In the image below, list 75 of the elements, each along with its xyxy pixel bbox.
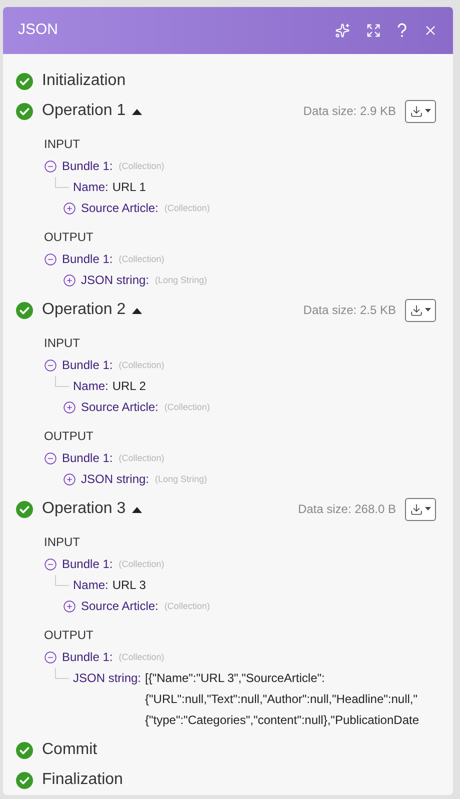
collapse-icon[interactable] — [44, 160, 57, 173]
field-label: Name: — [73, 179, 108, 196]
field-label: Bundle 1: — [62, 649, 113, 666]
caret-icon[interactable] — [132, 108, 142, 114]
collapse-icon[interactable] — [44, 651, 57, 664]
download-icon — [410, 304, 423, 316]
download-button[interactable] — [405, 100, 436, 122]
type-hint: (Collection) — [118, 253, 164, 266]
group-heading: INPUT — [44, 534, 81, 551]
step-title: Operation 1 — [42, 101, 126, 121]
data-size: Data size: 2.5 KB — [303, 302, 396, 319]
collapse-icon[interactable] — [44, 359, 57, 372]
field-label: Bundle 1: — [62, 158, 113, 175]
download-icon — [410, 502, 423, 516]
field-label: Source Article: — [81, 598, 158, 615]
collapse-icon[interactable] — [44, 452, 57, 465]
type-hint: (Collection) — [164, 202, 210, 215]
field-label: Name: — [73, 577, 108, 594]
group-heading: OUTPUT — [44, 229, 94, 246]
caret-icon[interactable] — [132, 506, 142, 512]
type-hint: (Collection) — [164, 600, 210, 613]
step-title: Commit — [42, 740, 98, 760]
caret-icon — [425, 109, 431, 113]
type-hint: (Long String) — [155, 473, 208, 486]
type-hint: (Collection) — [118, 452, 164, 465]
type-hint: (Long String) — [155, 274, 208, 287]
type-hint: (Collection) — [118, 359, 164, 372]
expand-icon[interactable] — [366, 23, 381, 38]
step-title: Initialization — [42, 71, 126, 91]
help-icon[interactable] — [397, 23, 407, 38]
type-hint: (Collection) — [164, 401, 210, 414]
field-label: JSON string: — [81, 272, 150, 289]
download-button[interactable] — [405, 498, 436, 520]
field-label: Name: — [73, 378, 108, 395]
group-heading: OUTPUT — [44, 428, 94, 445]
expand-icon[interactable] — [63, 274, 76, 287]
step-title: Finalization — [42, 770, 123, 790]
window-title: JSON — [18, 20, 58, 40]
group-heading: OUTPUT — [44, 627, 94, 644]
json-text-line: {"type":"Categories","content":null},"PublicationDate — [145, 712, 419, 729]
json-text-line: [{"Name":"URL 3","SourceArticle": — [145, 670, 326, 687]
download-button[interactable] — [405, 298, 436, 322]
field-label: Source Article: — [81, 399, 158, 416]
field-label: Bundle 1: — [62, 556, 113, 573]
expand-icon[interactable] — [63, 401, 76, 414]
close-icon[interactable] — [423, 23, 438, 38]
field-label: JSON string: — [81, 471, 150, 488]
type-hint: (Collection) — [118, 651, 164, 664]
download-icon — [410, 104, 423, 118]
collapse-icon[interactable] — [44, 253, 57, 266]
expand-icon[interactable] — [63, 600, 76, 613]
step-title: Operation 3 — [42, 499, 126, 519]
field-value: URL 1 — [112, 179, 146, 196]
group-heading: INPUT — [44, 136, 81, 153]
collapse-icon[interactable] — [44, 558, 57, 571]
caret-icon — [425, 507, 431, 511]
step-title: Operation 2 — [42, 300, 126, 320]
field-label: Source Article: — [81, 200, 158, 217]
expand-icon[interactable] — [63, 202, 76, 215]
caret-icon — [425, 308, 431, 312]
field-label: Bundle 1: — [62, 357, 113, 374]
field-label: Bundle 1: — [62, 450, 113, 467]
expand-icon[interactable] — [63, 473, 76, 486]
data-size: Data size: 2.9 KB — [303, 103, 396, 120]
field-label: Bundle 1: — [62, 251, 113, 268]
caret-icon[interactable] — [132, 306, 142, 314]
json-text-line: {"URL":null,"Text":null,"Author":null,"Headline":null," — [145, 691, 418, 708]
sparkle-icon[interactable] — [335, 23, 350, 38]
field-value: URL 3 — [112, 577, 146, 594]
field-value: URL 2 — [112, 378, 146, 395]
data-size: Data size: 268.0 B — [298, 501, 396, 518]
type-hint: (Collection) — [118, 160, 164, 173]
group-heading: INPUT — [44, 335, 81, 352]
type-hint: (Collection) — [118, 558, 164, 571]
field-label: JSON string: — [73, 670, 142, 687]
